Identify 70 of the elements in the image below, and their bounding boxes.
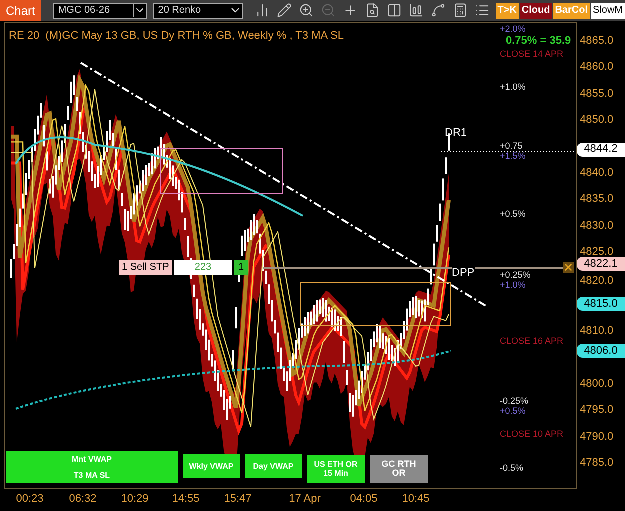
document-search-icon[interactable] — [364, 3, 380, 18]
toolbar-toggle[interactable]: Cloud — [520, 2, 552, 18]
instrument-select[interactable]: MGC 06-26 — [53, 2, 148, 18]
level-label: +0.75 — [500, 142, 523, 151]
price-tick-label: 4865.0 — [580, 34, 614, 49]
bar-chart-icon[interactable] — [408, 3, 424, 18]
time-tick-label: 04:05 — [349, 492, 379, 507]
level-label: -0.25% — [500, 397, 529, 406]
price-tick-label: 4835.0 — [580, 192, 614, 208]
indicator-button[interactable]: T3 MA SL — [6, 467, 178, 483]
price-tick-label: 4850.0 — [580, 113, 614, 128]
price-marker: 4844.2 — [577, 142, 625, 157]
time-tick-label: 10:45 — [401, 492, 431, 507]
price-tick-label: 4790.0 — [580, 430, 614, 445]
pivot-label: DPP — [452, 267, 475, 279]
level-label: +0.5% — [500, 407, 526, 416]
toolbar-toggle[interactable]: BarCol — [553, 2, 590, 18]
indicator-button[interactable]: Mnt VWAP — [6, 451, 178, 467]
price-tick-label: 4800.0 — [580, 376, 614, 392]
order-quantity[interactable]: 1 — [234, 260, 248, 275]
price-tick-label: 4830.0 — [580, 218, 614, 234]
time-tick-label: 06:32 — [68, 492, 98, 507]
zoom-in-icon[interactable] — [298, 3, 314, 18]
calculator-icon[interactable] — [452, 3, 468, 18]
level-label: -0.5% — [500, 464, 524, 473]
level-label: +0.25% — [500, 271, 531, 280]
level-label: +1.5% — [500, 152, 526, 161]
price-marker: 4806.0 — [577, 344, 625, 358]
price-marker: 4815.0 — [577, 296, 625, 311]
level-label: +1.0% — [500, 281, 526, 290]
level-label: +0.5% — [500, 210, 526, 219]
price-tick-label: 4785.0 — [580, 456, 614, 471]
line-chart-icon[interactable] — [430, 3, 446, 18]
indicator-button[interactable]: GC RTH OR — [370, 455, 428, 483]
indicator-button[interactable]: Day VWAP — [245, 454, 302, 478]
price-tick-label: 4860.0 — [580, 60, 614, 76]
toolbar-toggle[interactable]: SlowM — [590, 2, 625, 18]
caret-icon — [133, 4, 146, 17]
chart-tab[interactable]: Chart — [0, 0, 42, 21]
indicator-button[interactable]: US ETH OR 15 Min — [307, 455, 365, 483]
chart-legend: RE 20 (M)GC May 13 GB, US Dy RTH % GB, Weekly % , T3 MA SL — [9, 28, 344, 44]
price-tick-label: 4810.0 — [580, 324, 614, 340]
time-tick-label: 14:55 — [171, 492, 201, 507]
columns-icon[interactable] — [386, 3, 402, 18]
toolbar-toggle[interactable]: T>K — [496, 2, 519, 18]
price-tick-label: 4825.0 — [580, 245, 614, 259]
indicator-button[interactable]: Wkly VWAP — [183, 454, 240, 478]
plus-icon[interactable] — [342, 3, 358, 18]
level-label: CLOSE 10 APR — [500, 430, 564, 439]
level-label: +2.0% — [500, 25, 526, 34]
time-tick-label: 10:29 — [120, 492, 150, 507]
price-tick-label: 4840.0 — [580, 166, 614, 181]
close-order-icon[interactable] — [563, 262, 574, 273]
bars-icon[interactable] — [254, 3, 270, 18]
time-tick-label: 00:23 — [15, 492, 45, 507]
pencil-icon[interactable] — [276, 3, 292, 18]
bar-type-select[interactable]: 20 Renko — [153, 2, 243, 18]
price-tick-label: 4795.0 — [580, 403, 614, 418]
level-label: CLOSE 14 APR — [500, 50, 564, 59]
order-offset[interactable]: 223 — [174, 260, 232, 275]
time-tick-label: 17 Apr — [288, 492, 322, 507]
price-marker: 4822.1 — [577, 257, 625, 272]
time-tick-label: 15:47 — [223, 492, 253, 507]
order-label[interactable]: 1 Sell STP — [119, 260, 172, 275]
level-label: CLOSE 16 APR — [500, 337, 564, 346]
price-tick-label: 4855.0 — [580, 86, 614, 102]
percent-stat: 0.75% = 35.9 — [506, 35, 572, 47]
level-label: +1.0% — [500, 83, 526, 92]
price-tick-label: 4820.0 — [580, 274, 614, 290]
pivot-label: DR1 — [445, 126, 468, 141]
